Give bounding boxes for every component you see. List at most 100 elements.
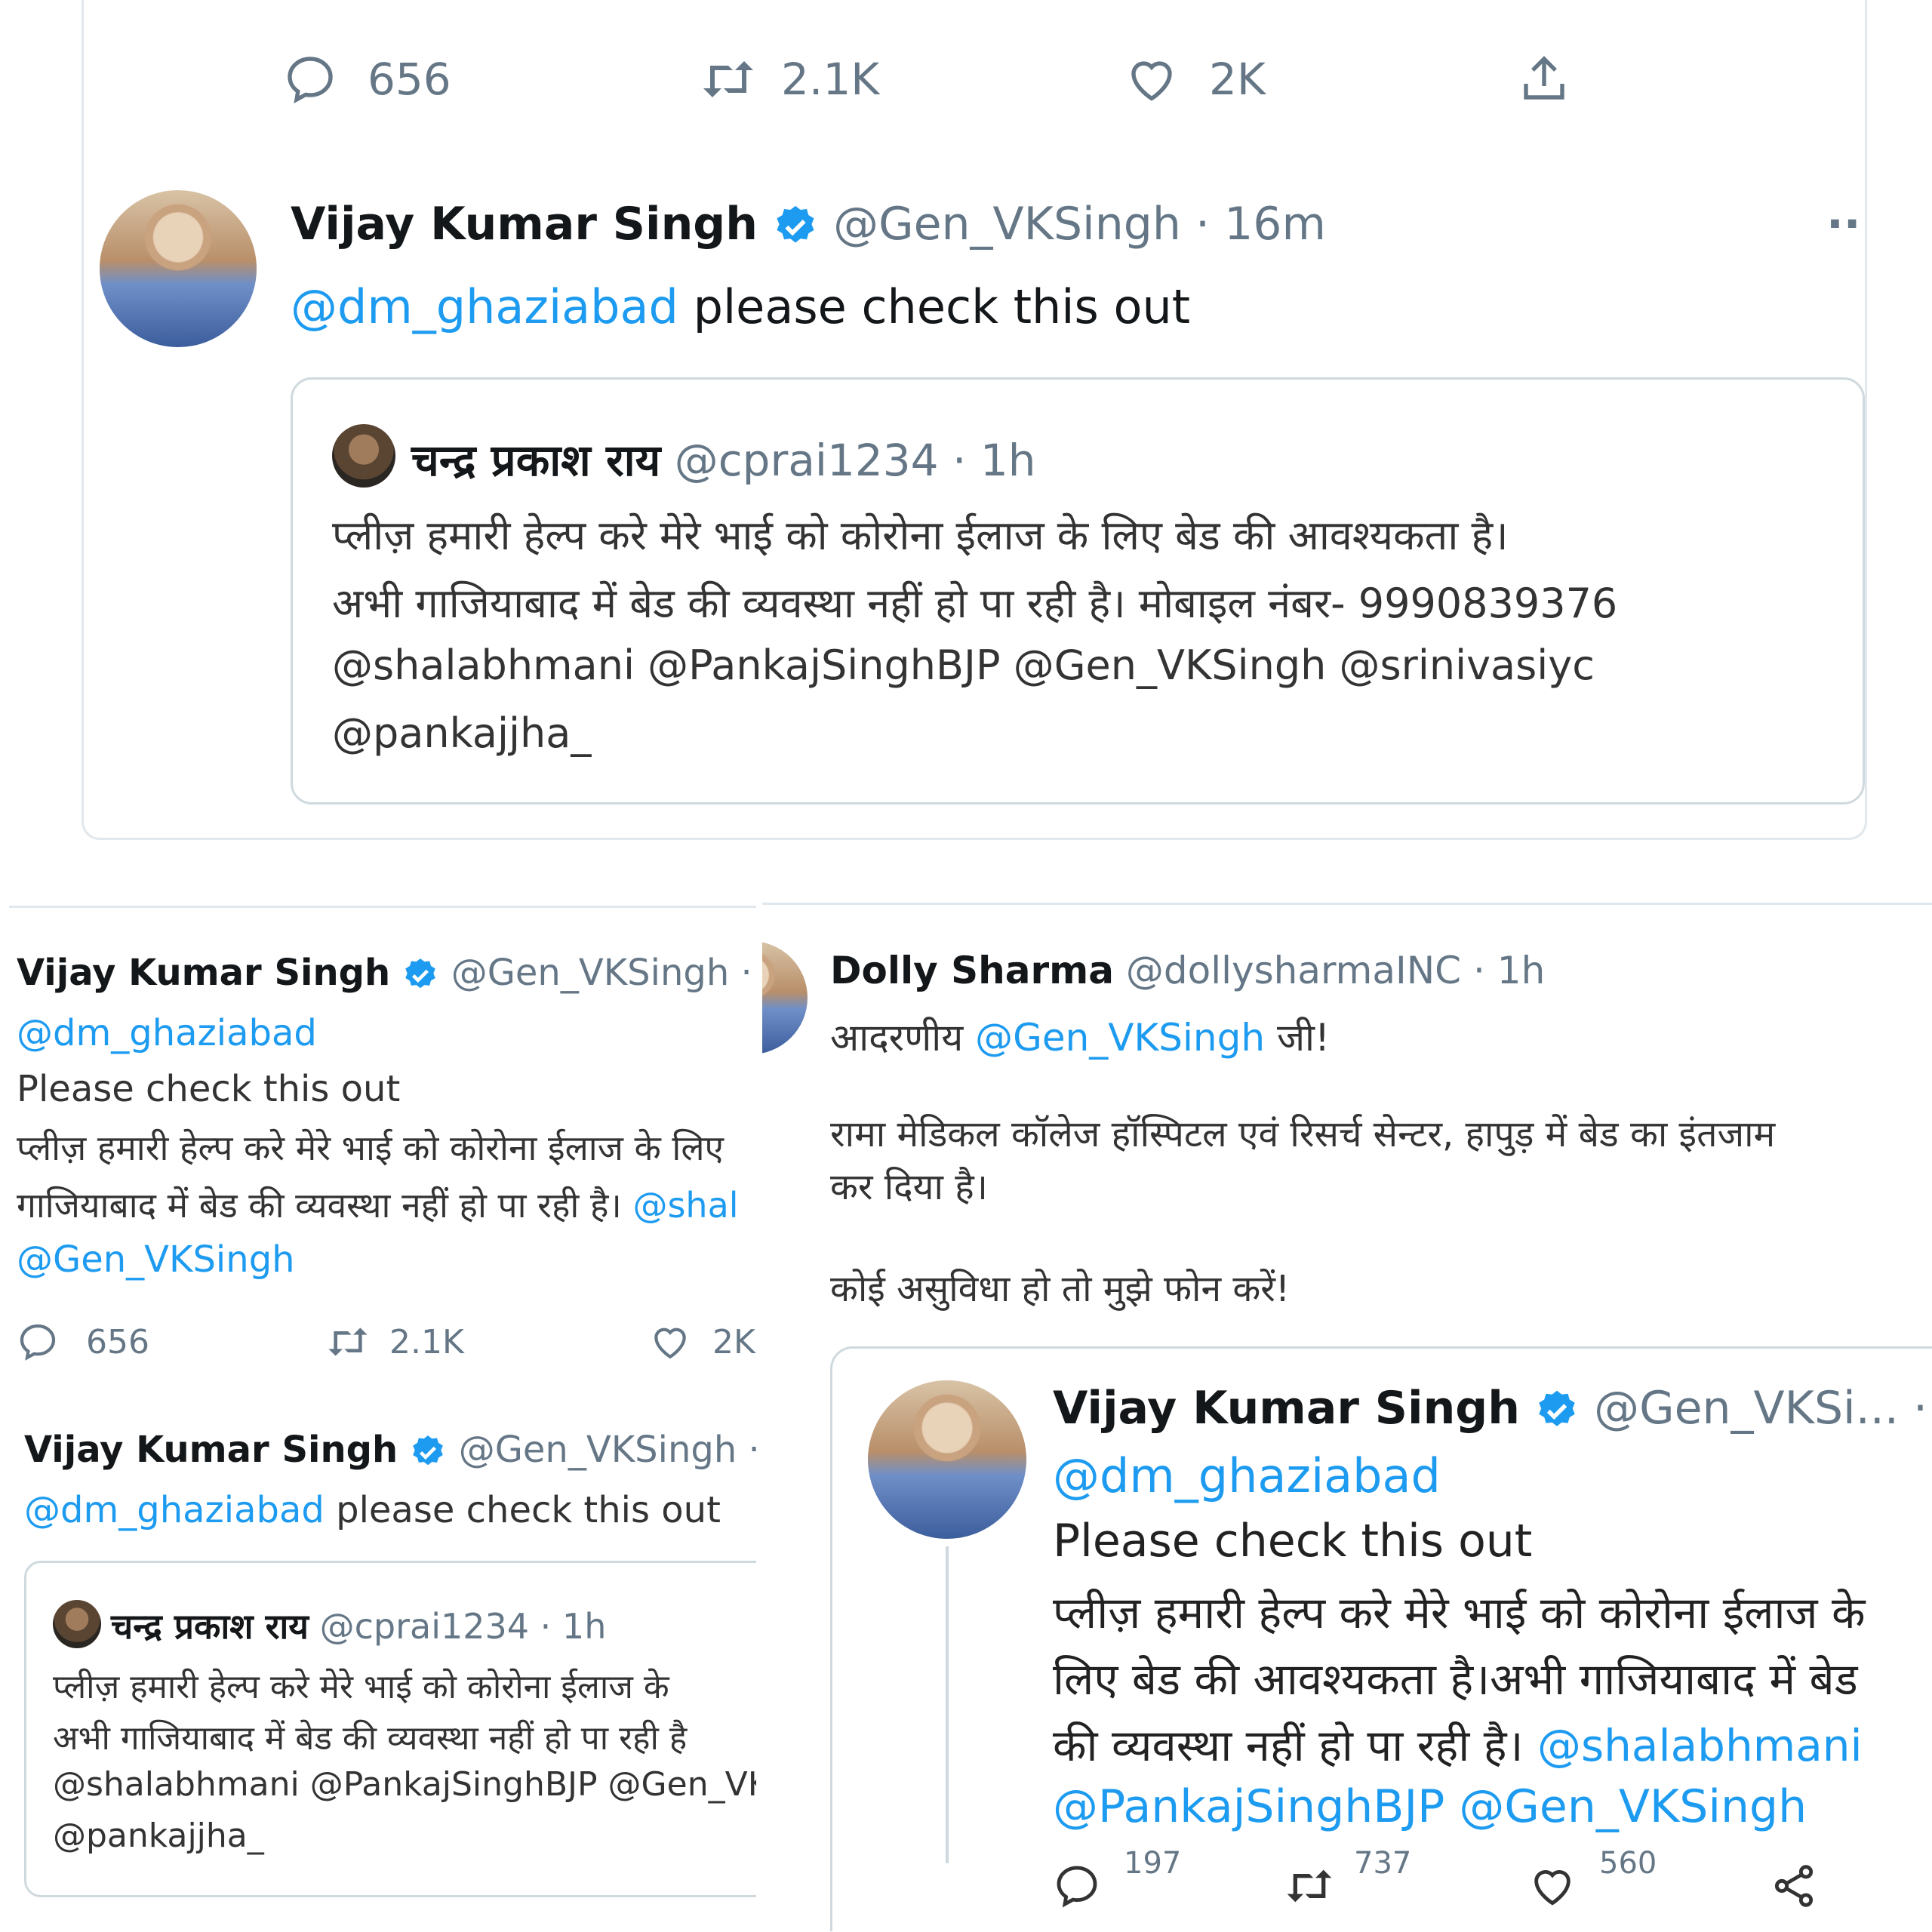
quote-text-line: की व्यवस्था नहीं हो पा रही है। @shalabhm… bbox=[1053, 1720, 1863, 1771]
author-name[interactable]: Vijay Kumar Singh bbox=[291, 198, 758, 251]
quote-text-line: प्लीज़ हमारी हेल्प करे मेरे भाई को कोरोन… bbox=[1053, 1587, 1866, 1638]
mention-link[interactable]: @dm_ghaziabad bbox=[17, 1012, 317, 1054]
reply-count: 656 bbox=[86, 1322, 149, 1361]
author-handle[interactable]: @dollysharmaINC bbox=[1126, 949, 1461, 992]
quote-author-name: Vijay Kumar Singh bbox=[1053, 1382, 1520, 1435]
bl-like-action[interactable]: 2K bbox=[649, 1315, 755, 1368]
author-handle[interactable]: @Gen_VKSingh bbox=[833, 198, 1181, 251]
dolly-avatar[interactable] bbox=[762, 941, 808, 1054]
quote-author-name: चन्द्र प्रकाश राय bbox=[111, 1606, 309, 1647]
share-icon bbox=[1524, 56, 1564, 100]
mention-link[interactable]: @Gen_VKSingh bbox=[17, 1238, 295, 1281]
heart-icon bbox=[654, 1327, 686, 1359]
verified-badge-icon bbox=[413, 1435, 444, 1466]
quote-text-line: प्लीज़ हमारी हेल्प करे मेरे भाई को कोरोन… bbox=[53, 1668, 669, 1706]
top-retweet-count: 2.1K bbox=[781, 54, 880, 105]
author-name[interactable]: Dolly Sharma bbox=[830, 949, 1114, 992]
mention-link[interactable]: @shal bbox=[632, 1185, 738, 1226]
mention-link[interactable]: @dm_ghaziabad bbox=[291, 279, 678, 334]
tweet-time[interactable]: 1h bbox=[1497, 949, 1546, 992]
br-reply-action[interactable]: 197 bbox=[1053, 1846, 1181, 1916]
quote-text-line: Please check this out bbox=[1053, 1515, 1533, 1567]
verified-badge-icon bbox=[1539, 1391, 1575, 1427]
reply-icon bbox=[20, 1324, 56, 1361]
quote-author-handle: @cprai1234 bbox=[319, 1606, 530, 1647]
retweet-count: 737 bbox=[1354, 1846, 1412, 1881]
reply-icon bbox=[288, 57, 333, 104]
mention-link[interactable]: @PankajSinghBJP @Gen_VKSingh bbox=[1053, 1780, 1807, 1833]
br-share-action[interactable] bbox=[1770, 1856, 1818, 1916]
quote-header: चन्द्र प्रकाश राय @cprai1234 · 1h bbox=[111, 1606, 607, 1647]
quote-text-line: प्लीज़ हमारी हेल्प करे मेरे भाई को कोरोन… bbox=[332, 512, 1509, 559]
top-retweet-action[interactable]: 2.1K bbox=[698, 45, 879, 113]
bl-reply-action[interactable]: 656 bbox=[17, 1315, 149, 1368]
top-tweet-text: @dm_ghaziabad please check this out bbox=[291, 279, 1191, 334]
bl-tweet1-header: Vijay Kumar Singh @Gen_VKSingh · 2h bbox=[17, 952, 752, 994]
verified-badge-icon bbox=[777, 206, 814, 243]
quote-avatar bbox=[868, 1380, 1026, 1539]
top-share-action[interactable] bbox=[1517, 45, 1571, 113]
like-count: 560 bbox=[1599, 1846, 1657, 1881]
verified-badge-icon bbox=[405, 958, 436, 989]
quote-text-line: अभी गाजियाबाद में बेड की व्यवस्था नहीं ह… bbox=[53, 1719, 688, 1758]
retweet-icon bbox=[328, 1327, 368, 1356]
more-options-icon[interactable]: ·· bbox=[1826, 198, 1861, 251]
tweet-time[interactable]: 16m bbox=[1224, 198, 1326, 251]
share-icon bbox=[1774, 1865, 1814, 1907]
retweet-count: 2.1K bbox=[389, 1322, 464, 1361]
quote-author-handle: @cprai1234 bbox=[674, 435, 939, 486]
thread-connector-line bbox=[946, 1546, 949, 1863]
author-handle[interactable]: @Gen_VKSingh bbox=[459, 1429, 737, 1471]
quote-text-line: @pankajjha_ bbox=[332, 709, 592, 757]
reply-count: 197 bbox=[1124, 1846, 1182, 1881]
bl-retweet-action[interactable]: 2.1K bbox=[325, 1315, 464, 1368]
tweet-text-line: कोई असुविधा हो तो मुझे फोन करें! bbox=[830, 1268, 1291, 1310]
quote-avatar bbox=[332, 424, 395, 488]
tweet-text-line: कर दिया है। bbox=[830, 1166, 988, 1208]
bottom-right-panel: Dolly Sharma @dollysharmaINC · 1h आदरणीय… bbox=[762, 903, 1932, 1931]
like-count: 2K bbox=[712, 1322, 755, 1361]
author-name[interactable]: Vijay Kumar Singh bbox=[24, 1429, 398, 1471]
bl-tweet2-header: Vijay Kumar Singh @Gen_VKSingh · 16m bbox=[24, 1429, 756, 1471]
author-name[interactable]: Vijay Kumar Singh bbox=[17, 952, 390, 994]
quote-text-line: @shalabhmani @PankajSinghBJP @Gen_VKS bbox=[53, 1765, 756, 1804]
top-reply-count: 656 bbox=[368, 54, 451, 105]
top-like-action[interactable]: 2K bbox=[1124, 45, 1266, 113]
reply-icon bbox=[1057, 1866, 1097, 1908]
retweet-icon bbox=[703, 61, 753, 97]
top-tweet-header: Vijay Kumar Singh @Gen_VKSingh · 16m bbox=[291, 198, 1326, 251]
br-tweet-header: Dolly Sharma @dollysharmaINC · 1h bbox=[830, 949, 1546, 992]
tweet-text-line: Please check this out bbox=[17, 1068, 401, 1110]
heart-icon bbox=[1534, 1870, 1571, 1906]
quote-time: 1h bbox=[561, 1606, 607, 1647]
top-tweet-avatar[interactable] bbox=[100, 190, 257, 347]
quote-header: चन्द्र प्रकाश राय @cprai1234 · 1h bbox=[411, 435, 1036, 486]
quote-avatar bbox=[53, 1600, 101, 1648]
br-like-action[interactable]: 560 bbox=[1528, 1846, 1657, 1916]
mention-link[interactable]: @dm_ghaziabad bbox=[1053, 1448, 1441, 1503]
tweet-text-line: रामा मेडिकल कॉलेज हॉस्पिटल एवं रिसर्च से… bbox=[830, 1113, 1776, 1155]
quote-author-name: चन्द्र प्रकाश राय bbox=[411, 435, 661, 486]
mention-link[interactable]: @shalabhmani bbox=[1537, 1720, 1863, 1771]
tweet-text-line: आदरणीय @Gen_VKSingh जी! bbox=[830, 1016, 1331, 1060]
quote-text-line: अभी गाजियाबाद में बेड की व्यवस्था नहीं ह… bbox=[332, 580, 1618, 627]
br-retweet-action[interactable]: 737 bbox=[1283, 1846, 1411, 1916]
tweet-text-line: प्लीज़ हमारी हेल्प करे मेरे भाई को कोरोन… bbox=[17, 1128, 724, 1168]
quote-text-line: @pankajjha_ bbox=[53, 1817, 264, 1855]
tweet-text-line: गाजियाबाद में बेड की व्यवस्था नहीं हो पा… bbox=[17, 1185, 739, 1226]
top-like-count: 2K bbox=[1209, 54, 1266, 105]
tweet-text-line: @dm_ghaziabad please check this out bbox=[24, 1489, 721, 1531]
quote-author-handle: @Gen_VKSi... bbox=[1594, 1382, 1899, 1435]
quote-time: 1h bbox=[980, 435, 1036, 486]
heart-icon bbox=[1131, 61, 1172, 101]
bottom-left-panel: Vijay Kumar Singh @Gen_VKSingh · 2h @dm_… bbox=[9, 906, 756, 1923]
separator-dot: · bbox=[1195, 198, 1211, 251]
br-quote-header: Vijay Kumar Singh @Gen_VKSi... · 1h bbox=[1053, 1382, 1928, 1435]
retweet-icon bbox=[1287, 1869, 1332, 1903]
author-handle[interactable]: @Gen_VKSingh bbox=[451, 952, 730, 994]
quote-text-line: @shalabhmani @PankajSinghBJP @Gen_VKSing… bbox=[332, 641, 1595, 689]
mention-link[interactable]: @dm_ghaziabad bbox=[24, 1489, 325, 1531]
quote-text-line: लिए बेड की आवश्यकता है।अभी गाजियाबाद में… bbox=[1053, 1654, 1858, 1705]
mention-link[interactable]: @Gen_VKSingh bbox=[975, 1016, 1265, 1060]
top-reply-action[interactable]: 656 bbox=[283, 45, 451, 113]
